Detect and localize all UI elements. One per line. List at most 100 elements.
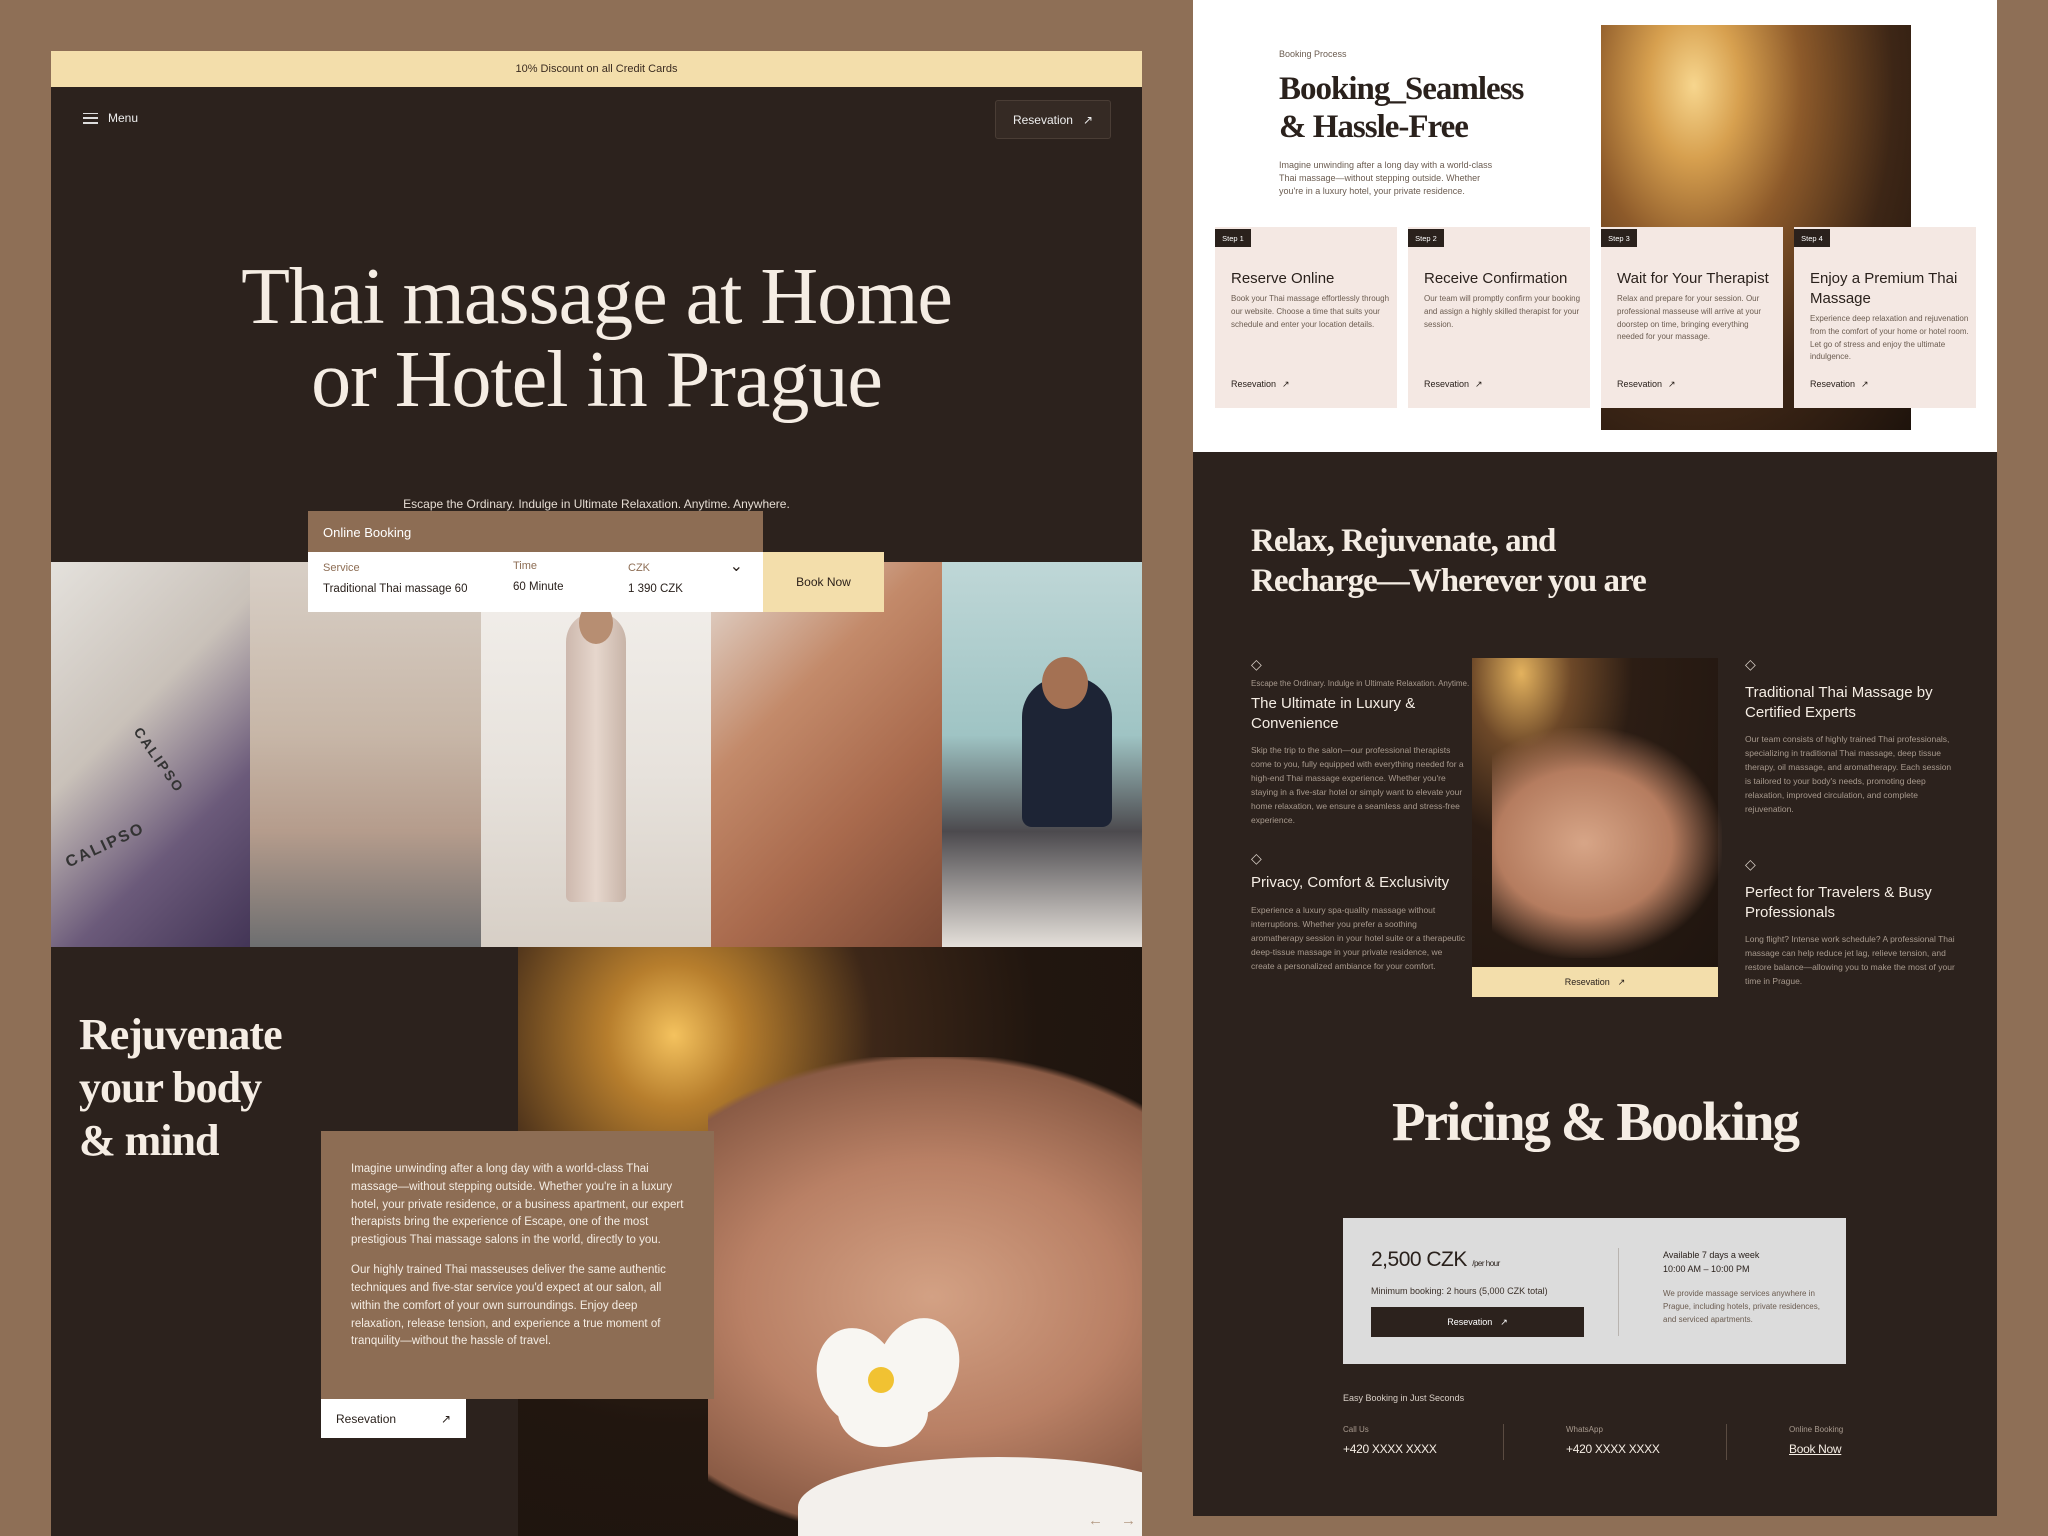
online-booking-label: Online Booking xyxy=(323,524,412,540)
feature-item: ◇ Perfect for Travelers & Busy Professio… xyxy=(1745,856,1955,988)
rejuvenate-reservation-button[interactable]: Resevation ↗ xyxy=(321,1399,466,1438)
divider xyxy=(1726,1424,1727,1460)
minimum-booking: Minimum booking: 2 hours (5,000 CZK tota… xyxy=(1371,1286,1548,1296)
step-reservation-link[interactable]: Resevation ↗ xyxy=(1424,379,1483,390)
pricing-card: 2,500 CZK /per hour Minimum booking: 2 h… xyxy=(1343,1218,1846,1364)
easy-booking-label: Easy Booking in Just Seconds xyxy=(1343,1393,1465,1403)
divider xyxy=(1618,1248,1619,1336)
phone-link[interactable]: +420 XXXX XXXX xyxy=(1343,1442,1437,1456)
step-description: Our team will promptly confirm your book… xyxy=(1424,294,1581,329)
pricing-section: Pricing & Booking 2,500 CZK /per hour Mi… xyxy=(1193,1040,1997,1516)
rejuvenate-title-line1: Rejuvenate xyxy=(79,1010,283,1059)
chevron-down-icon[interactable]: ⌄ xyxy=(730,556,743,576)
towel-brand-text: CALIPSO xyxy=(130,724,188,796)
rejuvenate-title: Rejuvenate your body & mind xyxy=(79,1009,283,1167)
step-tag: Step 4 xyxy=(1794,229,1830,247)
arrow-left-icon[interactable]: ← xyxy=(1088,1512,1103,1529)
living-room-photo xyxy=(250,562,481,947)
availability-hours: 10:00 AM – 10:00 PM xyxy=(1663,1264,1750,1275)
hero-subtitle: Escape the Ordinary. Indulge in Ultimate… xyxy=(403,497,790,511)
promo-text: 10% Discount on all Credit Cards xyxy=(515,63,678,75)
rejuvenate-title-line2: your body xyxy=(79,1062,262,1112)
step-title: Reserve Online xyxy=(1231,270,1335,287)
whatsapp-link[interactable]: +420 XXXX XXXX xyxy=(1566,1442,1660,1456)
price-amount: 2,500 CZK /per hour xyxy=(1371,1248,1500,1272)
feature-kicker: Escape the Ordinary. Indulge in Ultimate… xyxy=(1251,679,1470,688)
book-now-link[interactable]: Book Now xyxy=(1789,1442,1843,1456)
arrow-up-right-icon: ↗ xyxy=(1861,379,1869,389)
step-description: Relax and prepare for your session. Our … xyxy=(1617,294,1762,342)
feature-item: ◇ Traditional Thai Massage by Certified … xyxy=(1745,656,1955,816)
arrow-up-right-icon: ↗ xyxy=(1082,112,1094,127)
service-value: Traditional Thai massage 60 xyxy=(323,583,468,595)
back-massage-photo xyxy=(711,562,942,947)
online-booking-form: Service Traditional Thai massage 60 Time… xyxy=(308,552,763,612)
hero-title: Thai massage at Home or Hotel in Prague xyxy=(51,253,1142,425)
step-reservation-link[interactable]: Resevation ↗ xyxy=(1617,379,1676,390)
step-description: Experience deep relaxation and rejuvenat… xyxy=(1810,314,1969,362)
pricing-title: Pricing & Booking xyxy=(1391,1091,1800,1152)
intro-paragraph: Our highly trained Thai masseuses delive… xyxy=(351,1264,666,1348)
step-link-label: Resevation xyxy=(1810,379,1856,389)
time-value: 60 Minute xyxy=(513,581,564,593)
hero-title-line2: or Hotel in Prague xyxy=(311,336,883,425)
feature-title: Perfect for Travelers & Busy Professiona… xyxy=(1745,884,1932,921)
step-description: Book your Thai massage effortlessly thro… xyxy=(1231,294,1390,329)
hero-title-line1: Thai massage at Home xyxy=(241,253,953,341)
landing-page-hero: 10% Discount on all Credit Cards Menu Re… xyxy=(51,51,1142,1536)
pricing-reservation-button[interactable]: Resevation ↗ xyxy=(1371,1307,1584,1337)
carousel-controls: ← → xyxy=(1088,1512,1136,1529)
arrow-up-right-icon: ↗ xyxy=(1475,379,1483,389)
therapist-working-photo xyxy=(942,562,1142,947)
therapist-portrait-photo xyxy=(481,562,711,947)
step-link-label: Resevation xyxy=(1617,379,1663,389)
towel-photo: CALIPSO CALIPSO xyxy=(51,562,250,947)
arrow-up-right-icon: ↗ xyxy=(1500,1316,1508,1327)
section-label: Booking Process xyxy=(1279,49,1347,59)
time-select[interactable]: Time 60 Minute xyxy=(513,560,564,593)
price-value: 1 390 CZK xyxy=(628,583,683,595)
contact-label: Call Us xyxy=(1343,1425,1369,1434)
hamburger-icon xyxy=(83,112,98,124)
arrow-up-right-icon: ↗ xyxy=(1282,379,1290,389)
step-card-4: Step 4 Enjoy a Premium Thai Massage Expe… xyxy=(1794,227,1976,408)
relaxing-woman-photo xyxy=(1472,658,1722,967)
book-now-button[interactable]: Book Now xyxy=(763,552,884,612)
feature-description: Our team consists of highly trained Thai… xyxy=(1745,734,1952,815)
step-title: Wait for Your Therapist xyxy=(1617,270,1769,287)
price-value: 2,500 CZK xyxy=(1371,1248,1467,1271)
arrow-up-right-icon: ↗ xyxy=(440,1411,451,1426)
header-reservation-button[interactable]: Resevation ↗ xyxy=(995,100,1111,139)
booking-process-title: Booking_Seamless & Hassle-Free xyxy=(1279,70,1524,147)
booking-process-section: Booking Process Booking_Seamless & Hassl… xyxy=(1193,0,1997,452)
step-reservation-link[interactable]: Resevation ↗ xyxy=(1810,379,1869,390)
towel-brand-text: CALIPSO xyxy=(63,819,148,872)
orchid-flower xyxy=(798,1306,973,1457)
contact-whatsapp: WhatsApp +420 XXXX XXXX xyxy=(1566,1425,1660,1456)
step-reservation-link[interactable]: Resevation ↗ xyxy=(1231,379,1290,390)
menu-button[interactable]: Menu xyxy=(83,111,138,125)
feature-description: Skip the trip to the salon—our professio… xyxy=(1251,745,1464,826)
step-tag: Step 1 xyxy=(1215,229,1251,247)
reservation-label: Resevation xyxy=(1012,112,1073,127)
step-title: Enjoy a Premium Thai Massage xyxy=(1810,270,1958,307)
feature-title: Privacy, Comfort & Exclusivity xyxy=(1251,874,1450,891)
rejuvenate-title-line3: & mind xyxy=(79,1115,219,1165)
feature-item: ◇ Escape the Ordinary. Indulge in Ultima… xyxy=(1251,656,1470,827)
online-booking-tab: Online Booking xyxy=(308,511,763,553)
benefits-reservation-button[interactable]: Resevation ↗ xyxy=(1472,967,1718,997)
time-label: Time xyxy=(513,560,538,572)
price-unit: /per hour xyxy=(1472,1259,1500,1268)
booking-process-title-line1: Booking_Seamless xyxy=(1279,71,1524,107)
step-card-1: Step 1 Reserve Online Book your Thai mas… xyxy=(1215,227,1397,408)
booking-process-title-line2: & Hassle-Free xyxy=(1279,109,1469,146)
step-link-label: Resevation xyxy=(1231,379,1277,389)
service-select[interactable]: Service Traditional Thai massage 60 xyxy=(323,562,467,595)
step-card-2: Step 2 Receive Confirmation Our team wil… xyxy=(1408,227,1590,408)
booking-process-description: Imagine unwinding after a long day with … xyxy=(1279,160,1493,197)
woman-figure xyxy=(566,612,626,902)
arrow-right-icon[interactable]: → xyxy=(1121,1512,1136,1529)
step-tag: Step 2 xyxy=(1408,229,1444,247)
feature-item: ◇ Privacy, Comfort & Exclusivity Experie… xyxy=(1251,850,1466,973)
price-select[interactable]: CZK 1 390 CZK ⌄ xyxy=(628,558,753,595)
